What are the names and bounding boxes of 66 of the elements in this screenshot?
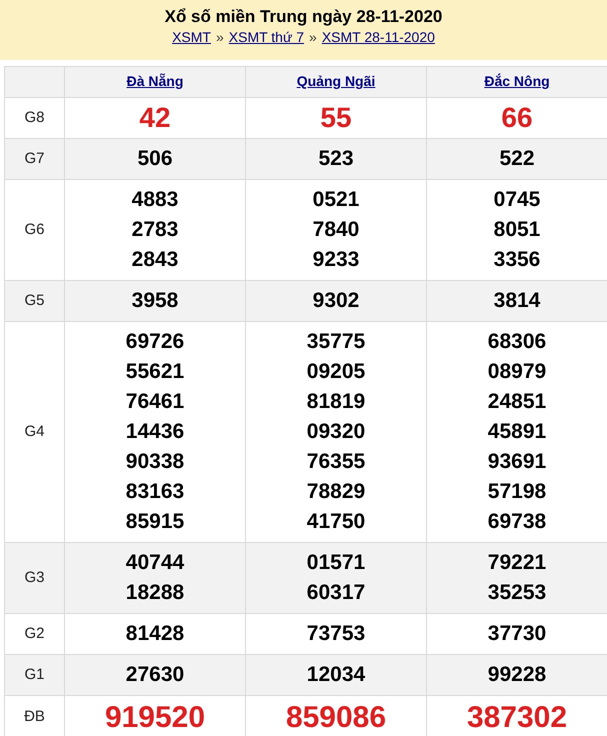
result-number: 522: [498, 146, 536, 172]
result-number: 09205: [306, 359, 366, 385]
result-number: 506: [136, 146, 174, 172]
result-number: 4883: [130, 187, 180, 213]
result-number: 81819: [306, 389, 366, 415]
result-number: 42: [138, 103, 172, 133]
result-number: 35775: [306, 329, 366, 355]
result-number: 24851: [486, 389, 548, 415]
province-link[interactable]: Quảng Ngãi: [296, 73, 376, 89]
result-number: 93691: [486, 449, 548, 475]
result-number: 01571: [306, 550, 366, 576]
result-number: 35253: [486, 580, 548, 606]
result-number: 859086: [284, 701, 388, 734]
result-number: 60317: [306, 580, 366, 606]
result-number: 3814: [492, 288, 542, 314]
result-number: 14436: [124, 419, 186, 445]
breadcrumb-link[interactable]: XSMT: [172, 28, 211, 46]
result-number: 3958: [130, 288, 180, 314]
result-number: 27630: [124, 662, 186, 688]
result-number: 37730: [486, 621, 548, 647]
result-number: 69738: [486, 509, 548, 535]
result-number: 8051: [492, 217, 542, 243]
result-number: 12034: [306, 662, 366, 688]
result-number: 81428: [124, 621, 186, 647]
result-number: 85915: [124, 509, 186, 535]
result-number: 76355: [306, 449, 366, 475]
result-number: 40744: [124, 550, 186, 576]
result-number: 0745: [492, 187, 542, 213]
result-number: 55621: [124, 359, 186, 385]
result-number: 919520: [104, 701, 206, 734]
result-number: 18288: [124, 580, 186, 606]
result-number: 79221: [486, 550, 548, 576]
result-number: 0521: [312, 187, 360, 213]
result-number: 73753: [306, 621, 366, 647]
result-number: 90338: [124, 449, 186, 475]
prize-label: G4: [4, 322, 64, 542]
result-number: 523: [317, 146, 355, 172]
result-number: 57198: [486, 479, 548, 505]
result-number: 09320: [306, 419, 366, 445]
page-title: Xổ số miền Trung ngày 28-11-2020: [164, 6, 442, 28]
result-number: 3356: [492, 247, 542, 273]
result-number: 41750: [306, 509, 366, 535]
result-number: 55: [319, 103, 353, 133]
result-number: 2843: [130, 247, 180, 273]
result-number: 83163: [124, 479, 186, 505]
result-number: 7840: [312, 217, 360, 243]
breadcrumb-separator: »: [216, 28, 224, 46]
breadcrumb-separator: »: [309, 28, 317, 46]
result-number: 9302: [312, 288, 360, 314]
result-number: 78829: [306, 479, 366, 505]
result-number: 45891: [486, 419, 548, 445]
result-number: 76461: [124, 389, 186, 415]
province-link[interactable]: Đắc Nông: [484, 73, 550, 89]
prize-label: ĐB: [4, 696, 64, 736]
result-number: 08979: [486, 359, 548, 385]
result-number: 68306: [486, 329, 548, 355]
result-number: 66: [500, 103, 534, 133]
result-number: 387302: [466, 701, 568, 734]
province-link[interactable]: Đà Nẵng: [126, 73, 184, 89]
result-number: 99228: [486, 662, 548, 688]
breadcrumb-link[interactable]: XSMT 28-11-2020: [322, 28, 435, 46]
breadcrumb-link[interactable]: XSMT thứ 7: [228, 28, 304, 46]
result-number: 9233: [312, 247, 360, 273]
result-number: 2783: [130, 217, 180, 243]
prize-label: G6: [4, 180, 64, 280]
result-number: 69726: [124, 329, 186, 355]
